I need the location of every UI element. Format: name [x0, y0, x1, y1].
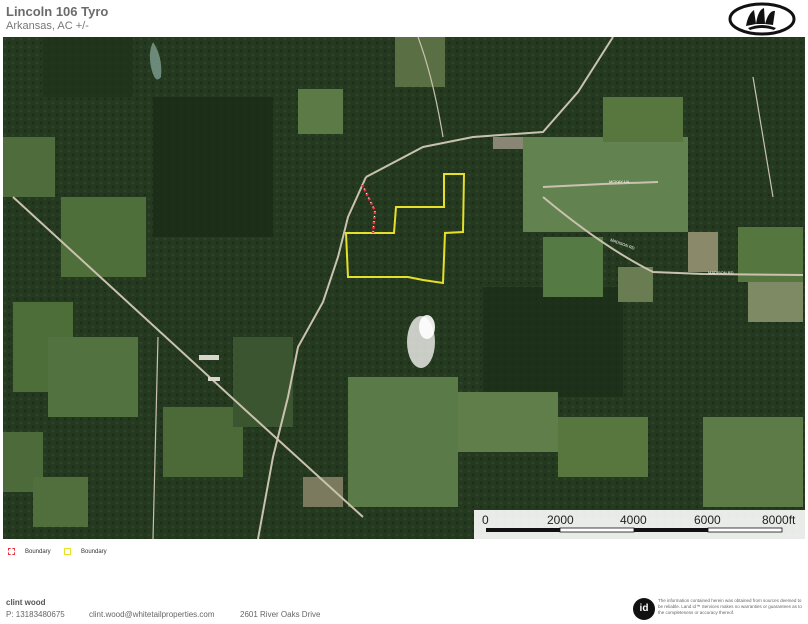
legend-item-yellow: Boundary: [64, 548, 107, 555]
legend-item-red: Boundary: [8, 548, 51, 555]
paw-print-logo-icon: [728, 2, 796, 36]
field: [603, 97, 683, 142]
legend-swatch-red: [8, 548, 15, 555]
building: [208, 377, 220, 381]
satellite-map[interactable]: MCKAY LN MADISON RD MADISON RD 0 2000 40…: [3, 37, 805, 539]
page-subtitle: Arkansas, AC +/-: [6, 20, 89, 32]
field: [298, 89, 343, 134]
field: [3, 137, 55, 197]
agent-email[interactable]: clint.wood@whitetailproperties.com: [89, 610, 215, 619]
agent-address: 2601 River Oaks Drive: [240, 610, 321, 619]
scale-segment: [634, 528, 708, 532]
field: [618, 267, 653, 302]
field: [61, 197, 146, 277]
building: [493, 137, 523, 149]
field: [395, 37, 445, 87]
road-label-mckay: MCKAY LN: [609, 179, 629, 184]
field: [558, 417, 648, 477]
field: [703, 417, 803, 507]
dark-forest-tract: [153, 97, 273, 237]
field: [748, 282, 803, 322]
legend-label: Boundary: [81, 548, 107, 555]
landid-badge-icon: id: [633, 598, 655, 620]
field: [48, 337, 138, 417]
legend-label: Boundary: [25, 548, 51, 555]
scale-segment: [559, 527, 635, 533]
field: [458, 392, 558, 452]
dark-forest-tract: [483, 287, 623, 397]
field: [33, 477, 88, 527]
agent-name: clint wood: [6, 598, 46, 607]
scale-bar: 0 2000 4000 6000 8000ft: [474, 510, 805, 539]
field: [688, 232, 718, 272]
scale-segment: [486, 528, 560, 532]
agent-phone: P: 13183480675: [6, 610, 65, 619]
legend-swatch-yellow: [64, 548, 71, 555]
field: [163, 407, 243, 477]
page-title: Lincoln 106 Tyro: [6, 4, 109, 19]
field: [543, 237, 603, 297]
building: [199, 355, 219, 360]
cloud: [419, 315, 435, 339]
scale-segment: [707, 527, 783, 533]
disclaimer-text: The information contained herein was obt…: [658, 598, 802, 615]
road-label-madison-east: MADISON RD: [708, 270, 734, 275]
field: [348, 377, 458, 507]
dark-forest-tract: [43, 37, 133, 97]
